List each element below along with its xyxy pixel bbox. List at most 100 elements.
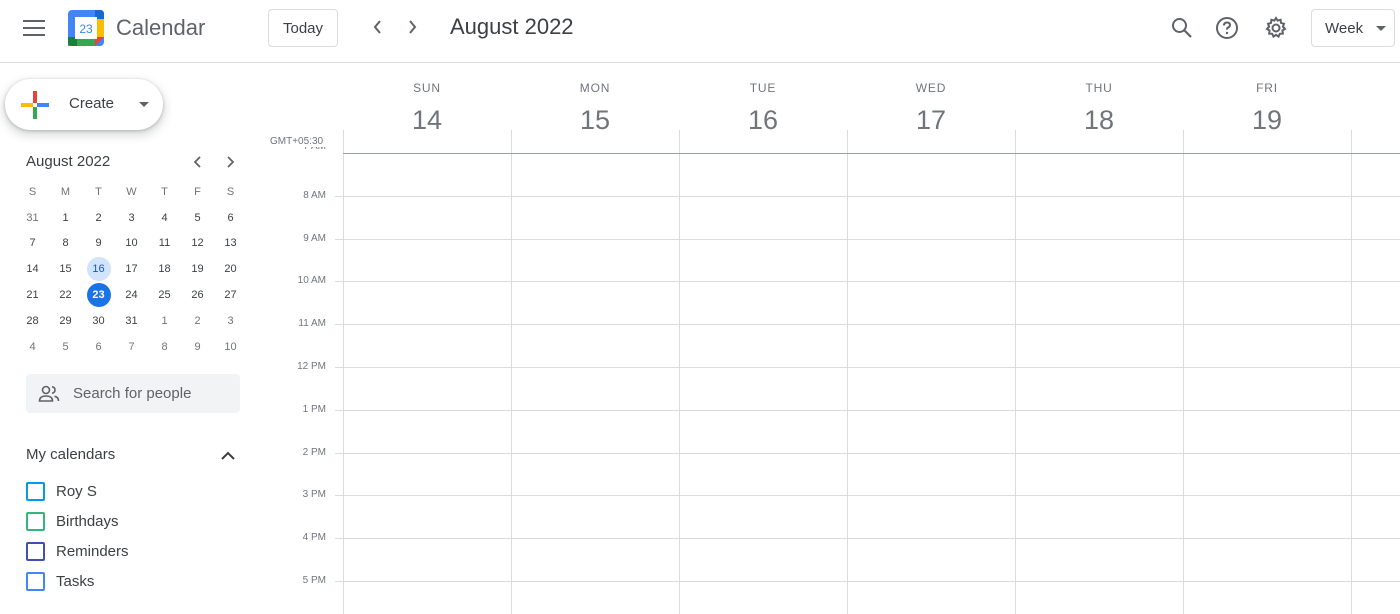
mini-calendar-day-number: 27	[224, 289, 237, 302]
mini-calendar-next-button[interactable]	[218, 150, 242, 174]
logo-date-text: 23	[79, 22, 93, 36]
hour-gridline	[335, 195, 1400, 197]
calendar-checkbox[interactable]	[26, 512, 45, 531]
calendar-logo-icon: 23	[68, 10, 104, 46]
people-icon	[38, 385, 60, 402]
day-column-divider	[343, 130, 344, 614]
mini-calendar-day[interactable]: 5	[49, 334, 82, 360]
next-period-button[interactable]	[395, 10, 429, 44]
chevron-left-icon	[193, 156, 201, 168]
search-people-placeholder: Search for people	[73, 385, 192, 402]
all-day-divider	[343, 153, 1400, 154]
day-of-week-label: TUE	[749, 81, 777, 95]
day-number-label[interactable]: 18	[1015, 105, 1183, 135]
chevron-right-icon	[409, 20, 417, 34]
day-column-header[interactable]: WED 17	[847, 79, 1015, 135]
search-icon	[1172, 18, 1192, 38]
mini-calendar-day[interactable]: 4	[148, 205, 181, 231]
mini-calendar-day[interactable]: 1	[49, 205, 82, 231]
day-column-divider	[1351, 130, 1352, 614]
mini-calendar-day-number: 6	[227, 211, 234, 224]
help-button[interactable]	[1207, 8, 1247, 48]
day-column-header[interactable]: MON 15	[511, 79, 679, 135]
mini-calendar-week-row: 31 1 2 3 4 5 6	[16, 205, 247, 231]
hour-label: 7 AM	[0, 147, 326, 153]
create-button-label: Create	[69, 95, 115, 112]
hour-label: 10 AM	[297, 275, 326, 287]
mini-calendar-day-number: 3	[128, 211, 135, 224]
day-number-label[interactable]: 17	[847, 105, 1015, 135]
settings-gear-icon	[1265, 16, 1287, 39]
day-column-divider	[1015, 130, 1016, 614]
day-of-week-label: FRI	[1256, 81, 1278, 95]
mini-calendar-day[interactable]: 9	[181, 334, 214, 360]
mini-calendar-day-number: 24	[125, 289, 138, 302]
day-number-label[interactable]: 14	[343, 105, 511, 135]
day-of-week-label: WED	[915, 81, 947, 95]
mini-calendar-day[interactable]: 7	[115, 334, 148, 360]
mini-calendar-day-number: 23	[86, 283, 111, 308]
calendar-checkbox[interactable]	[26, 542, 45, 561]
help-icon	[1216, 17, 1238, 39]
day-number-label[interactable]: 16	[679, 105, 847, 135]
previous-period-button[interactable]	[361, 10, 395, 44]
hour-label: 8 AM	[303, 189, 326, 201]
hour-gridline	[335, 409, 1400, 411]
day-column-header[interactable]: TUE 16	[679, 79, 847, 135]
calendar-name: Reminders	[56, 543, 129, 560]
hour-label: 2 PM	[302, 446, 326, 458]
create-event-button[interactable]: Create	[5, 79, 163, 130]
hour-gridline	[335, 238, 1400, 240]
app-title: Calendar	[116, 15, 206, 40]
mini-calendar-day-number: 21	[26, 289, 39, 302]
mini-calendar-day-number: 5	[194, 211, 201, 224]
mini-calendar-day-number: 4	[29, 340, 36, 353]
chevron-left-icon	[373, 20, 381, 34]
mini-calendar-day[interactable]: 10	[214, 334, 247, 360]
mini-calendar-day-number: 4	[161, 211, 168, 224]
day-column-header[interactable]: FRI 19	[1183, 79, 1351, 135]
settings-button[interactable]	[1256, 8, 1296, 48]
main-menu-button[interactable]	[12, 6, 56, 50]
mini-calendar-day-number: 31	[26, 211, 39, 224]
hour-label: 3 PM	[302, 489, 326, 501]
chevron-right-icon	[227, 156, 235, 168]
hour-label: 11 AM	[298, 318, 326, 330]
hour-label: 12 PM	[297, 361, 326, 372]
mini-calendar-day[interactable]: 3	[115, 205, 148, 231]
mini-calendar-previous-button[interactable]	[186, 150, 210, 174]
calendar-list-item[interactable]: Reminders	[26, 541, 226, 563]
mini-calendar-day-number: 9	[194, 340, 201, 353]
day-number-label[interactable]: 19	[1183, 105, 1351, 135]
hour-gridline	[335, 281, 1400, 283]
mini-calendar-day[interactable]: 4	[16, 334, 49, 360]
day-column-divider	[1183, 130, 1184, 614]
mini-calendar-day-number: 8	[161, 340, 168, 353]
view-switcher-label: Week	[1325, 19, 1364, 37]
mini-calendar-day[interactable]: 2	[82, 205, 115, 231]
day-of-week-label: MON	[579, 81, 611, 95]
view-switcher-dropdown[interactable]: Week	[1311, 9, 1395, 47]
day-column-header[interactable]: THU 18	[1015, 79, 1183, 135]
mini-calendar-day-number: 2	[95, 211, 102, 224]
today-button[interactable]: Today	[268, 9, 338, 47]
day-number-label[interactable]: 15	[511, 105, 679, 135]
mini-calendar-day[interactable]: 8	[148, 334, 181, 360]
search-button[interactable]	[1162, 8, 1202, 48]
day-column-divider	[511, 130, 512, 614]
calendar-list-item[interactable]: Birthdays	[26, 511, 226, 533]
mini-calendar-day-number: 6	[95, 340, 102, 353]
mini-calendar-day-number: 25	[158, 289, 171, 302]
mini-calendar-day[interactable]: 6	[82, 334, 115, 360]
mini-calendar-day[interactable]: 31	[16, 205, 49, 231]
day-of-week-label: SUN	[413, 81, 441, 95]
mini-calendar-title: August 2022	[26, 153, 111, 170]
hour-gridline	[335, 324, 1400, 326]
mini-calendar-day[interactable]: 5	[181, 205, 214, 231]
mini-calendar-day-number: 7	[128, 340, 135, 353]
current-period-title: August 2022	[450, 14, 574, 39]
hour-label: 4 PM	[302, 532, 326, 544]
day-column-header[interactable]: SUN 14	[343, 79, 511, 135]
mini-calendar-day[interactable]: 6	[214, 205, 247, 231]
hour-gridline	[335, 581, 1400, 582]
